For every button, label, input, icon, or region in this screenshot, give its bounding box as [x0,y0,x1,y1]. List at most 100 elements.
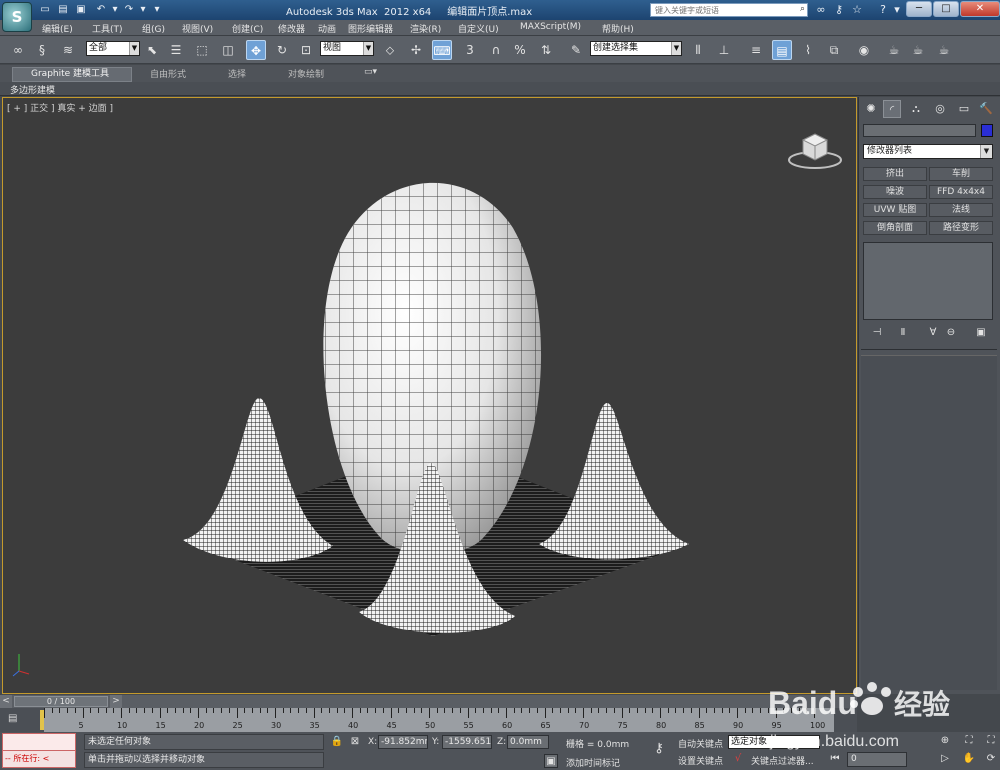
star-icon[interactable]: ☆ [850,3,864,16]
search-icon[interactable]: ⌕ [800,4,805,14]
close-button[interactable]: ✕ [960,1,1000,17]
help-icon[interactable]: ? [876,3,890,16]
selection-filter-dropdown[interactable]: 全部 ▼ [86,41,140,56]
open-file-icon[interactable]: ▤ [56,3,70,16]
create-panel-icon[interactable]: ✺ [862,100,880,118]
set-key-button[interactable]: 设置关键点 [678,754,723,767]
modifier-normal-button[interactable]: 法线 [929,203,993,217]
named-selection-dropdown[interactable]: 创建选择集 ▼ [590,41,682,56]
tab-freeform[interactable]: 自由形式 [150,67,186,80]
app-logo-button[interactable]: S [2,2,32,32]
key-mode-icon[interactable]: ⚷ [648,742,670,756]
undo-dropdown-icon[interactable]: ▾ [108,3,122,16]
viewport-label[interactable]: [ + ] 正交 ] 真实 + 边面 ] [7,101,113,114]
lock-selection-icon[interactable]: 🔒 [330,735,344,749]
goto-start-icon[interactable]: ⏮ [828,752,842,766]
snap-toggle-icon[interactable]: 3 [460,40,480,60]
key-icon[interactable]: ⚷ [832,3,846,16]
select-and-move-icon[interactable]: ✥ [246,40,266,60]
reference-coord-dropdown[interactable]: 视图 ▼ [320,41,374,56]
maximize-button[interactable]: □ [933,1,959,17]
modifier-lathe-button[interactable]: 车削 [929,167,993,181]
zoom-extents-all-icon[interactable]: ⛶ [984,734,998,748]
material-editor-icon[interactable]: ◉ [854,40,874,60]
search-box[interactable]: ⌕ [650,3,808,17]
current-frame-field[interactable]: 0 [847,752,907,767]
render-production-icon[interactable]: ☕ [934,40,954,60]
spinner-snap-icon[interactable]: ⇅ [536,40,556,60]
edit-named-selection-icon[interactable]: ✎ [566,40,586,60]
viewcube-icon[interactable] [785,122,845,172]
mini-curve-editor-icon[interactable]: ▤ [8,713,22,725]
select-object-icon[interactable]: ⬉ [142,40,162,60]
select-and-rotate-icon[interactable]: ↻ [272,40,292,60]
maxscript-output-line[interactable]: -- 所在行: < [3,751,75,767]
modifier-extrude-button[interactable]: 挤出 [863,167,927,181]
modifier-ffd-button[interactable]: FFD 4x4x4 [929,185,993,199]
select-by-name-icon[interactable]: ☰ [166,40,186,60]
save-file-icon[interactable]: ▣ [74,3,88,16]
window-crossing-icon[interactable]: ◫ [218,40,238,60]
show-end-result-icon[interactable]: Ⅱ [895,327,911,341]
tab-graphite-modeling[interactable]: Graphite 建模工具 [12,67,132,82]
redo-dropdown-icon[interactable]: ▾ [136,3,150,16]
frame-ruler[interactable]: 5 10 15 20 25 30 35 40 45 50 55 60 65 70 75 80 85 90 95 100 [44,708,834,732]
absolute-mode-icon[interactable]: ⊠ [348,735,362,749]
pan-icon[interactable]: ✋ [962,752,976,766]
keyboard-shortcut-override-icon[interactable]: ⌨ [432,40,452,60]
hierarchy-panel-icon[interactable]: ⛬ [907,100,925,118]
orbit-icon[interactable]: ⟳ [984,752,998,766]
configure-modifier-sets-icon[interactable]: ▣ [973,327,989,341]
layer-manager-icon[interactable]: ≡ [746,40,766,60]
menu-maxscript[interactable]: MAXScript(M) [520,22,581,32]
undo-icon[interactable]: ↶ [94,3,108,16]
time-slider[interactable]: < 0 / 100 > [0,695,857,708]
auto-key-button[interactable]: 自动关键点 [678,737,723,750]
schematic-view-icon[interactable]: ⧉ [824,40,844,60]
menu-help[interactable]: 帮助(H) [602,22,634,35]
time-slider-prev-icon[interactable]: < [0,695,12,708]
manipulate-icon[interactable]: ✢ [406,40,426,60]
time-slider-thumb[interactable]: 0 / 100 [14,696,108,707]
menu-edit[interactable]: 编辑(E) [42,22,73,35]
new-file-icon[interactable]: ▭ [38,3,52,16]
unlink-icon[interactable]: § [32,40,52,60]
curve-editor-icon[interactable]: ⌇ [798,40,818,60]
y-coord-field[interactable]: -1559.651r [442,735,492,749]
menu-modifiers[interactable]: 修改器 [278,22,305,35]
menu-tools[interactable]: 工具(T) [92,22,123,35]
scene-geometry[interactable] [3,98,857,694]
redo-icon[interactable]: ↷ [122,3,136,16]
key-filters-icon[interactable]: √ [731,752,745,766]
link-icon[interactable]: ∞ [8,40,28,60]
x-coord-field[interactable]: -91.852mm [378,735,428,749]
menu-group[interactable]: 组(G) [142,22,165,35]
menu-graph-editors[interactable]: 图形编辑器 [348,22,393,35]
zoom-icon[interactable]: ⊕ [938,734,952,748]
modifier-list-dropdown[interactable]: 修改器列表 ▼ [863,144,993,159]
percent-snap-icon[interactable]: % [510,40,530,60]
track-bar[interactable]: ▤ 5 10 15 20 25 30 35 40 45 50 55 60 65 70 75 80 85 90 95 1… [0,708,857,732]
menu-views[interactable]: 视图(V) [182,22,213,35]
menu-customize[interactable]: 自定义(U) [458,22,499,35]
modifier-noise-button[interactable]: 噪波 [863,185,927,199]
menu-rendering[interactable]: 渲染(R) [410,22,441,35]
modify-panel-icon[interactable]: ◜ [883,100,901,118]
object-name-field[interactable] [863,124,976,137]
motion-panel-icon[interactable]: ◎ [931,100,949,118]
quick-access-menu-icon[interactable]: ▾ [150,3,164,16]
zoom-extents-icon[interactable]: ⛶ [962,734,976,748]
mirror-icon[interactable]: ⫴ [688,40,708,60]
rect-selection-icon[interactable]: ⬚ [192,40,212,60]
tab-selection[interactable]: 选择 [228,67,246,80]
pivot-center-icon[interactable]: ⬦ [380,40,400,60]
display-panel-icon[interactable]: ▭ [955,100,973,118]
peak-left[interactable] [183,398,333,562]
search-input[interactable] [651,4,791,16]
maxscript-listener-mini[interactable]: -- 所在行: < [2,733,76,768]
peak-right[interactable] [539,403,689,560]
tab-object-paint[interactable]: 对象绘制 [288,67,324,80]
maxscript-input-line[interactable] [3,734,75,751]
minimize-button[interactable]: ─ [906,1,932,17]
time-slider-next-icon[interactable]: > [110,695,122,708]
